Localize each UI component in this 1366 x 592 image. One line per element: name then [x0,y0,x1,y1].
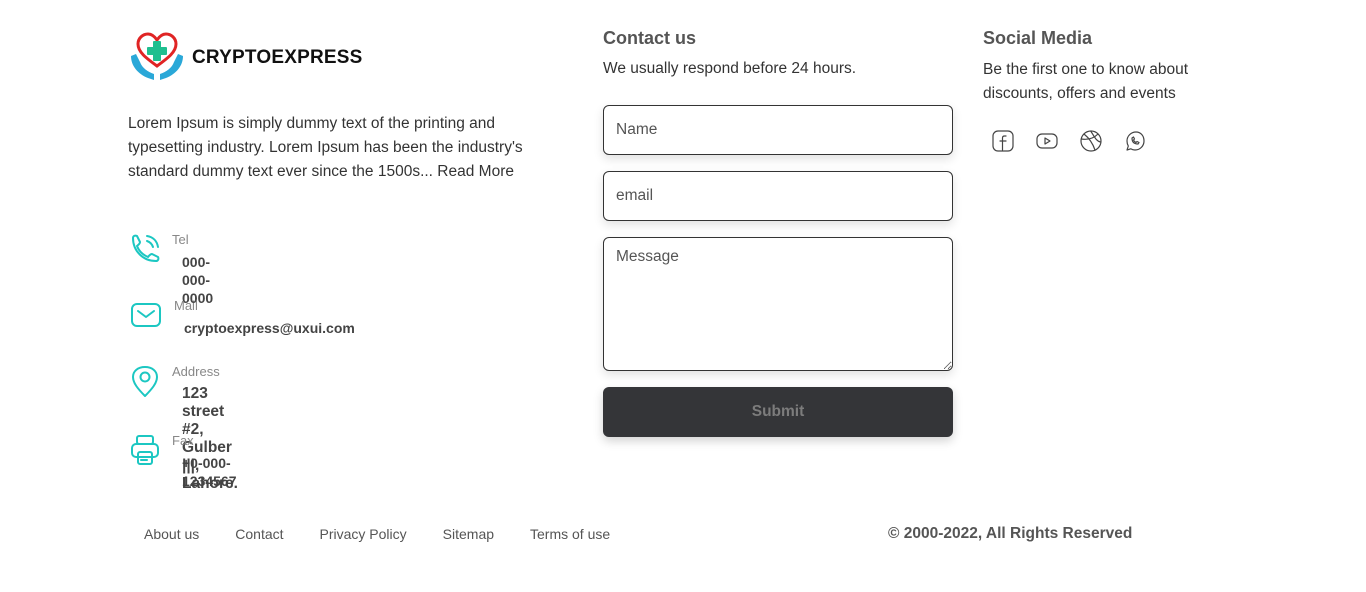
contact-item-mail: Mail cryptoexpress@uxui.com [128,298,355,337]
heart-cross-hands-icon [131,32,183,80]
submit-button[interactable]: Submit [603,387,953,437]
contact-item-fax: Fax +0-000-1234567 [128,433,239,490]
mail-label: Mail [174,298,198,313]
dribbble-icon[interactable] [1078,128,1104,154]
name-input[interactable] [603,105,953,155]
fax-label: Fax [172,433,194,448]
footer-link-terms[interactable]: Terms of use [530,526,610,542]
social-title: Social Media [983,28,1093,48]
social-subtitle: Be the first one to know about discounts… [983,61,1189,102]
contact-item-tel: Tel 000-000-0000 [128,232,215,307]
facebook-icon[interactable] [990,128,1016,154]
brand-name: CRYPTOEXPRESS [192,47,363,68]
footer-nav: About us Contact Privacy Policy Sitemap … [144,526,646,542]
mail-icon [128,298,164,334]
footer-link-privacy[interactable]: Privacy Policy [320,526,407,542]
footer-link-contact[interactable]: Contact [235,526,283,542]
footer-link-about[interactable]: About us [144,526,199,542]
contact-title: Contact us [603,28,697,48]
contact-subtitle: We usually respond before 24 hours. [603,60,857,77]
fax-value: +0-000-1234567 [182,455,237,489]
copyright: © 2000-2022, All Rights Reserved [888,525,1133,542]
phone-icon [128,232,162,268]
brand[interactable]: CRYPTOEXPRESS [128,32,362,84]
whatsapp-icon[interactable] [1122,128,1148,154]
social-icons [990,128,1166,154]
about-text: Lorem Ipsum is simply dummy text of the … [128,112,548,184]
read-more-link[interactable]: Read More [437,163,514,180]
message-textarea[interactable] [603,237,953,371]
footer-link-sitemap[interactable]: Sitemap [443,526,494,542]
location-pin-icon [128,364,162,400]
email-input[interactable] [603,171,953,221]
fax-icon [128,433,162,469]
youtube-icon[interactable] [1034,128,1060,154]
mail-value[interactable]: cryptoexpress@uxui.com [184,319,355,337]
address-label: Address [172,364,220,379]
tel-label: Tel [172,232,189,247]
